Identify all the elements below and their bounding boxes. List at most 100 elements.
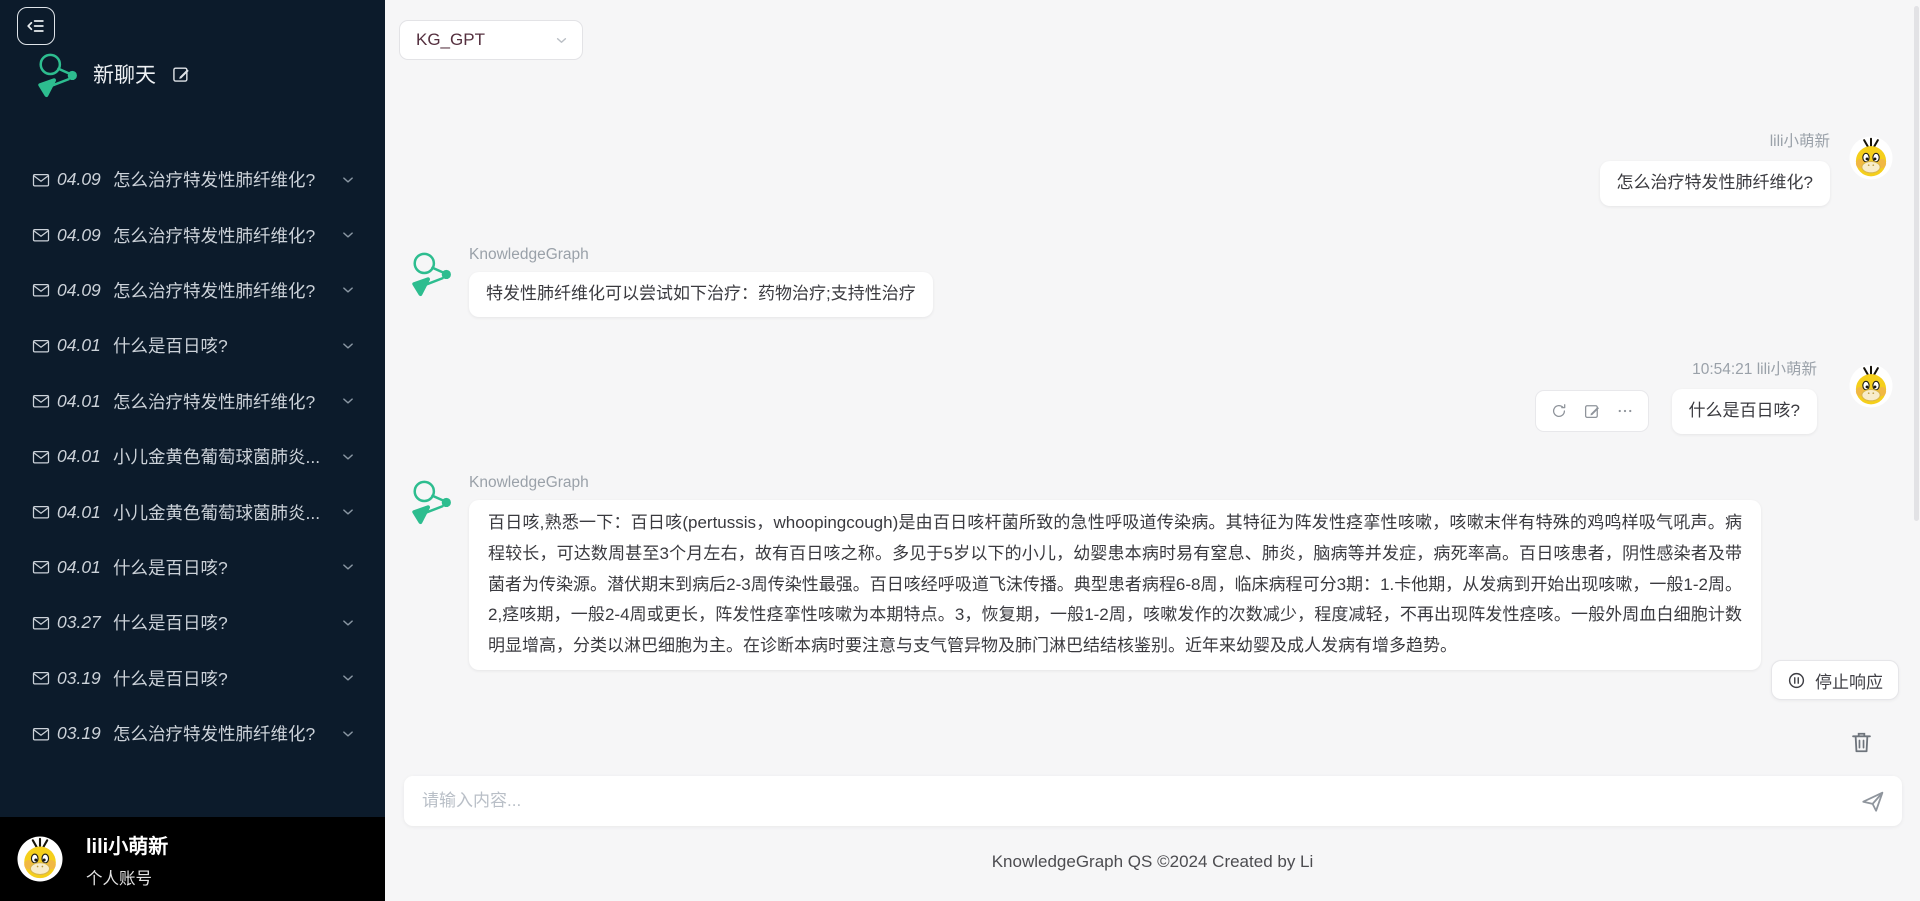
trash-icon — [1848, 729, 1875, 756]
envelope-icon — [31, 668, 51, 688]
envelope-icon — [31, 724, 51, 744]
chat-area: KG_GPT lili小萌新 怎么治疗特发性肺纤维化? KnowledgeGra… — [385, 0, 1920, 901]
message-actions-toolbar — [1535, 390, 1649, 432]
chevron-down-icon[interactable] — [339, 226, 357, 244]
envelope-icon — [31, 280, 51, 300]
avatar-duck — [1849, 136, 1893, 180]
chevron-down-icon[interactable] — [339, 614, 357, 632]
history-title: 什么是百日咳? — [113, 666, 331, 691]
envelope-icon — [31, 336, 51, 356]
history-title: 怎么治疗特发性肺纤维化? — [113, 223, 331, 248]
sidebar: 新聊天 04.09怎么治疗特发性肺纤维化?04.09怎么治疗特发性肺纤维化?04… — [0, 0, 385, 901]
avatar-duck — [1849, 364, 1893, 408]
history-title: 小儿金黄色葡萄球菌肺炎... — [113, 444, 331, 469]
bot-name: KnowledgeGraph — [469, 246, 933, 264]
history-title: 什么是百日咳? — [113, 333, 331, 358]
chevron-down-icon[interactable] — [339, 448, 357, 466]
sidebar-history-item[interactable]: 04.09怎么治疗特发性肺纤维化? — [0, 263, 385, 318]
sidebar-history-item[interactable]: 03.27 什么是百日咳? — [0, 595, 385, 650]
envelope-icon — [31, 225, 51, 245]
message-bubble: 百日咳,熟悉一下：百日咳(pertussis，whoopingcough)是由百… — [469, 500, 1761, 670]
chevron-down-icon[interactable] — [339, 281, 357, 299]
history-date: 04.01 — [57, 557, 107, 578]
chevron-down-icon[interactable] — [339, 503, 357, 521]
stop-response-label: 停止响应 — [1815, 668, 1883, 693]
ellipsis-icon[interactable] — [1616, 402, 1634, 420]
history-title: 什么是百日咳? — [113, 555, 331, 580]
sidebar-history-item[interactable]: 04.01 小儿金黄色葡萄球菌肺炎... — [0, 484, 385, 539]
pause-circle-icon — [1787, 671, 1806, 690]
sidebar-history-item[interactable]: 03.19 什么是百日咳? — [0, 651, 385, 706]
user-name: lili小萌新 — [86, 830, 168, 859]
history-date: 03.19 — [57, 723, 107, 744]
chevron-down-icon — [553, 32, 570, 49]
chevron-down-icon[interactable] — [339, 669, 357, 687]
history-date: 03.27 — [57, 612, 107, 633]
history-date: 04.01 — [57, 391, 107, 412]
send-button[interactable] — [1859, 788, 1886, 815]
user-info: lili小萌新 个人账号 — [86, 830, 168, 889]
sidebar-history-item[interactable]: 04.09 怎么治疗特发性肺纤维化? — [0, 207, 385, 262]
app-root: 新聊天 04.09怎么治疗特发性肺纤维化?04.09怎么治疗特发性肺纤维化?04… — [0, 0, 1920, 901]
chevron-down-icon[interactable] — [339, 392, 357, 410]
clear-chat-button[interactable] — [1848, 729, 1875, 756]
history-date: 04.01 — [57, 502, 107, 523]
chat-history-list: 04.09 怎么治疗特发性肺纤维化? 04.09 怎么治疗特发性肺纤维化? 04.09 怎… — [0, 152, 385, 817]
user-avatar-duck — [17, 836, 63, 882]
avatar-knowledgegraph — [408, 249, 454, 297]
history-date: 04.01 — [57, 335, 107, 356]
message-bubble: 怎么治疗特发性肺纤维化? — [1600, 161, 1830, 206]
sidebar-history-item[interactable]: 04.01 什么是百日咳? — [0, 540, 385, 595]
user-profile[interactable]: lili小萌新 个人账号 — [0, 817, 385, 901]
new-chat-label: 新聊天 — [93, 59, 156, 89]
chevron-down-icon[interactable] — [339, 558, 357, 576]
bot-name: KnowledgeGraph — [469, 474, 1761, 492]
message-user: 10:54:21 lili小萌新 什么是百日咳? — [1535, 357, 1817, 434]
message-meta: lili小萌新 — [1770, 129, 1830, 151]
history-date: 04.01 — [57, 446, 107, 467]
history-date: 04.09 — [57, 169, 107, 190]
envelope-icon — [31, 170, 51, 190]
stop-response-button[interactable]: 停止响应 — [1771, 660, 1899, 700]
footer-credits: KnowledgeGraph QS ©2024 Created by Li — [385, 852, 1920, 872]
history-date: 04.09 — [57, 280, 107, 301]
chevron-down-icon[interactable] — [339, 725, 357, 743]
history-date: 03.19 — [57, 668, 107, 689]
chevron-down-icon[interactable] — [339, 171, 357, 189]
history-title: 怎么治疗特发性肺纤维化? — [113, 721, 331, 746]
sidebar-history-item[interactable]: 04.01 小儿金黄色葡萄球菌肺炎... — [0, 429, 385, 484]
chevron-down-icon[interactable] — [339, 337, 357, 355]
message-bot: KnowledgeGraph 百日咳,熟悉一下：百日咳(pertussis，wh… — [469, 474, 1761, 670]
send-plane-icon — [1859, 788, 1886, 815]
history-date: 04.09 — [57, 225, 107, 246]
message-meta: 10:54:21 lili小萌新 — [1692, 357, 1817, 379]
refresh-icon[interactable] — [1550, 402, 1568, 420]
history-title: 小儿金黄色葡萄球菌肺炎... — [113, 500, 331, 525]
message-bot: KnowledgeGraph 特发性肺纤维化可以尝试如下治疗：药物治疗;支持性治… — [469, 246, 933, 317]
avatar-knowledgegraph — [408, 477, 454, 525]
envelope-icon — [31, 613, 51, 633]
message-user: lili小萌新 怎么治疗特发性肺纤维化? — [1600, 129, 1830, 206]
envelope-icon — [31, 447, 51, 467]
edit-pencil-icon[interactable] — [171, 64, 191, 84]
sidebar-history-item[interactable]: 03.19 怎么治疗特发性肺纤维化? — [0, 706, 385, 761]
composer — [404, 776, 1902, 826]
scrollbar-thumb[interactable] — [1914, 6, 1919, 521]
message-bubble: 什么是百日咳? — [1672, 389, 1817, 434]
message-input[interactable] — [420, 790, 1847, 812]
edit-icon[interactable] — [1583, 402, 1601, 420]
model-selector-value: KG_GPT — [416, 30, 485, 50]
envelope-icon — [31, 391, 51, 411]
sidebar-history-item[interactable]: 04.01 什么是百日咳? — [0, 318, 385, 373]
user-account-type: 个人账号 — [86, 865, 168, 889]
collapse-panel-icon — [25, 15, 47, 37]
model-selector[interactable]: KG_GPT — [399, 20, 583, 60]
history-title: 什么是百日咳? — [113, 610, 331, 635]
sidebar-history-item[interactable]: 04.01怎么治疗特发性肺纤维化? — [0, 374, 385, 429]
sidebar-collapse-button[interactable] — [17, 7, 55, 45]
history-title: 怎么治疗特发性肺纤维化? — [113, 167, 331, 192]
envelope-icon — [31, 502, 51, 522]
new-chat-button[interactable]: 新聊天 — [34, 50, 191, 98]
knowledge-graph-logo-icon — [34, 50, 80, 98]
sidebar-history-item[interactable]: 04.09 怎么治疗特发性肺纤维化? — [0, 152, 385, 207]
